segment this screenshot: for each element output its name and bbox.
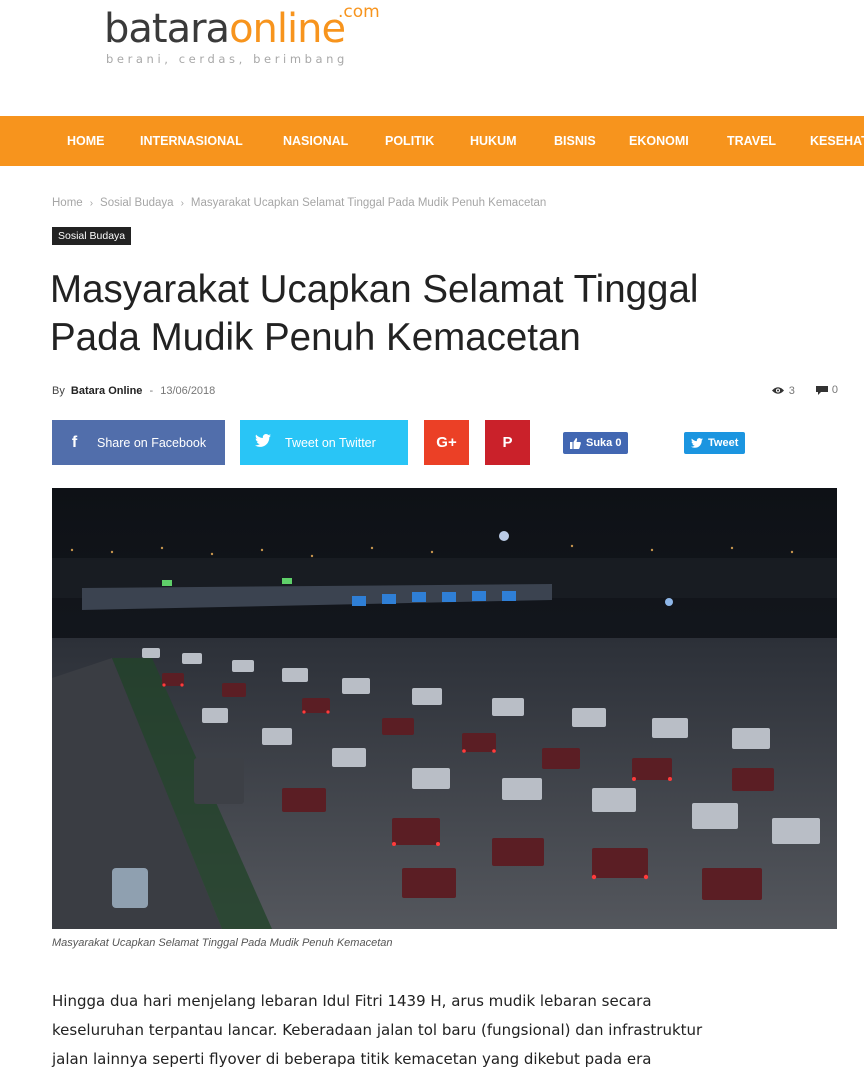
facebook-icon: f [71, 433, 78, 451]
article-title-line-2: Pada Mudik Penuh Kemacetan [50, 316, 581, 359]
body-line: jalan lainnya seperti flyover di beberap… [52, 1050, 652, 1068]
logo-text-com: .com [338, 2, 380, 22]
nav-item-kesehatan[interactable]: KESEHAT [810, 116, 864, 166]
nav-item-internasional[interactable]: INTERNASIONAL [140, 116, 243, 166]
logo-wordmark: bataraonline [104, 6, 348, 52]
tweet-button[interactable]: Tweet [684, 432, 746, 454]
breadcrumb: Home › Sosial Budaya › Masyarakat Ucapkan Se… [52, 197, 546, 209]
nav-item-nasional[interactable]: NASIONAL [283, 116, 348, 166]
body-line: Hingga dua hari menjelang lebaran Idul F… [52, 992, 652, 1010]
share-pinterest-button[interactable]: P [485, 420, 530, 465]
pinterest-icon: P [502, 434, 513, 451]
by-label: By [52, 385, 65, 397]
view-count-value: 3 [788, 384, 795, 397]
breadcrumb-category[interactable]: Sosial Budaya [100, 197, 174, 209]
meta-separator: - [149, 385, 154, 397]
eye-icon [771, 387, 784, 394]
site-tagline: berani, cerdas, berimbang [106, 52, 348, 66]
article-title-line-1: Masyarakat Ucapkan Selamat Tinggal [50, 268, 699, 311]
body-line: keseluruhan terpantau lancar. Keberadaan… [52, 1021, 703, 1039]
facebook-like-label: Suka 0 [586, 437, 622, 449]
nav-item-home[interactable]: HOME [67, 116, 105, 166]
article-meta: By Batara Online - 13/06/2018 [52, 385, 215, 397]
twitter-icon [240, 433, 285, 452]
article-body: Hingga dua hari menjelang lebaran Idul F… [52, 987, 822, 1074]
logo-text-online: online [229, 6, 346, 52]
breadcrumb-current: Masyarakat Ucapkan Selamat Tinggal Pada … [190, 197, 547, 209]
comment-count[interactable]: 0 [815, 384, 838, 396]
share-twitter-label: Tweet on Twitter [285, 435, 376, 450]
image-caption: Masyarakat Ucapkan Selamat Tinggal Pada … [52, 937, 393, 949]
share-googleplus-button[interactable]: G+ [424, 420, 469, 465]
view-count: 3 [771, 385, 795, 397]
breadcrumb-separator-icon: › [180, 198, 184, 209]
article-title: Masyarakat Ucapkan Selamat Tinggal Pada … [50, 266, 850, 362]
comment-count-value: 0 [831, 384, 838, 396]
share-facebook-label: Share on Facebook [97, 435, 207, 450]
facebook-like-button[interactable]: Suka 0 [563, 432, 629, 454]
toll-gate-traffic-photo [52, 488, 837, 929]
nav-item-politik[interactable]: POLITIK [385, 116, 434, 166]
site-logo[interactable]: bataraonline .com berani, cerdas, berimb… [104, 2, 380, 66]
logo-text-batara: batara [104, 6, 230, 52]
comment-icon [815, 386, 828, 395]
nav-item-travel[interactable]: TRAVEL [727, 116, 776, 166]
publish-date: 13/06/2018 [160, 385, 216, 397]
article-stats: 3 0 [753, 384, 838, 398]
nav-item-bisnis[interactable]: BISNIS [554, 116, 596, 166]
category-badge[interactable]: Sosial Budaya [52, 227, 132, 245]
author-link[interactable]: Batara Online [71, 385, 143, 397]
thumbs-up-icon [570, 437, 581, 449]
share-twitter-button[interactable]: Tweet on Twitter [240, 420, 408, 465]
tweet-label: Tweet [708, 437, 739, 449]
breadcrumb-separator-icon: › [89, 198, 94, 209]
share-facebook-button[interactable]: f Share on Facebook [52, 420, 225, 465]
article-featured-image[interactable] [52, 488, 837, 929]
nav-item-hukum[interactable]: HUKUM [470, 116, 517, 166]
twitter-bird-icon [691, 438, 703, 448]
breadcrumb-home[interactable]: Home [52, 197, 83, 209]
site-header: bataraonline .com berani, cerdas, berimb… [0, 0, 864, 116]
main-nav: HOME INTERNASIONAL NASIONAL POLITIK HUKU… [0, 116, 864, 166]
googleplus-icon: G+ [436, 434, 457, 451]
nav-item-ekonomi[interactable]: EKONOMI [629, 116, 689, 166]
